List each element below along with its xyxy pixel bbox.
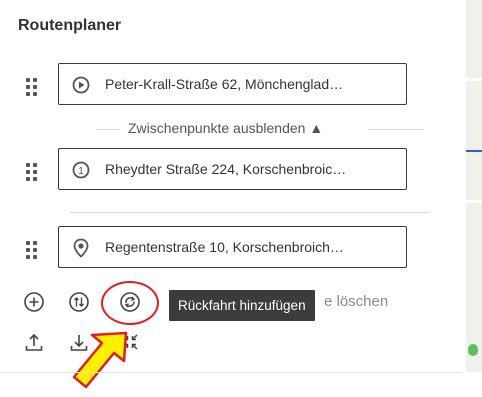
pointer-arrow-icon — [72, 331, 128, 389]
destination-address-field[interactable]: Regentenstraße 10, Korschenbroich… — [58, 226, 407, 268]
drag-handle-icon[interactable] — [26, 163, 38, 181]
start-pin-icon — [71, 75, 91, 95]
highlight-circle — [101, 281, 159, 325]
upload-icon[interactable] — [21, 329, 47, 355]
divider — [0, 372, 462, 373]
start-address-field[interactable]: Peter-Krall-Straße 62, Mönchenglad… — [58, 63, 407, 105]
route-planner-panel: Routenplaner Peter-Krall-Straße 62, Mönc… — [0, 0, 462, 397]
add-stop-icon[interactable] — [21, 289, 47, 315]
start-address-text: Peter-Krall-Straße 62, Mönchenglad… — [105, 76, 344, 92]
divider — [70, 212, 430, 213]
swap-route-icon[interactable] — [66, 289, 92, 315]
destination-pin-icon — [71, 238, 91, 258]
panel-title: Routenplaner — [18, 17, 122, 34]
waypoint-address-text: Rheydter Straße 224, Korschenbroic… — [105, 161, 347, 177]
divider — [96, 129, 120, 130]
destination-address-text: Regentenstraße 10, Korschenbroich… — [105, 239, 344, 255]
svg-text:1: 1 — [78, 166, 84, 177]
hide-waypoints-toggle[interactable]: Zwischenpunkte ausblenden ▲ — [128, 120, 323, 136]
delete-route-button[interactable]: e löschen — [324, 293, 388, 310]
map-edge[interactable] — [466, 0, 482, 372]
return-trip-tooltip: Rückfahrt hinzufügen — [169, 290, 315, 321]
waypoint-toggle-row: Zwischenpunkte ausblenden ▲ — [70, 119, 430, 139]
waypoint-1-icon: 1 — [71, 160, 91, 180]
drag-handle-icon[interactable] — [26, 78, 38, 96]
divider — [368, 129, 424, 130]
drag-handle-icon[interactable] — [26, 241, 38, 259]
waypoint-address-field[interactable]: 1 Rheydter Straße 224, Korschenbroic… — [58, 148, 407, 190]
